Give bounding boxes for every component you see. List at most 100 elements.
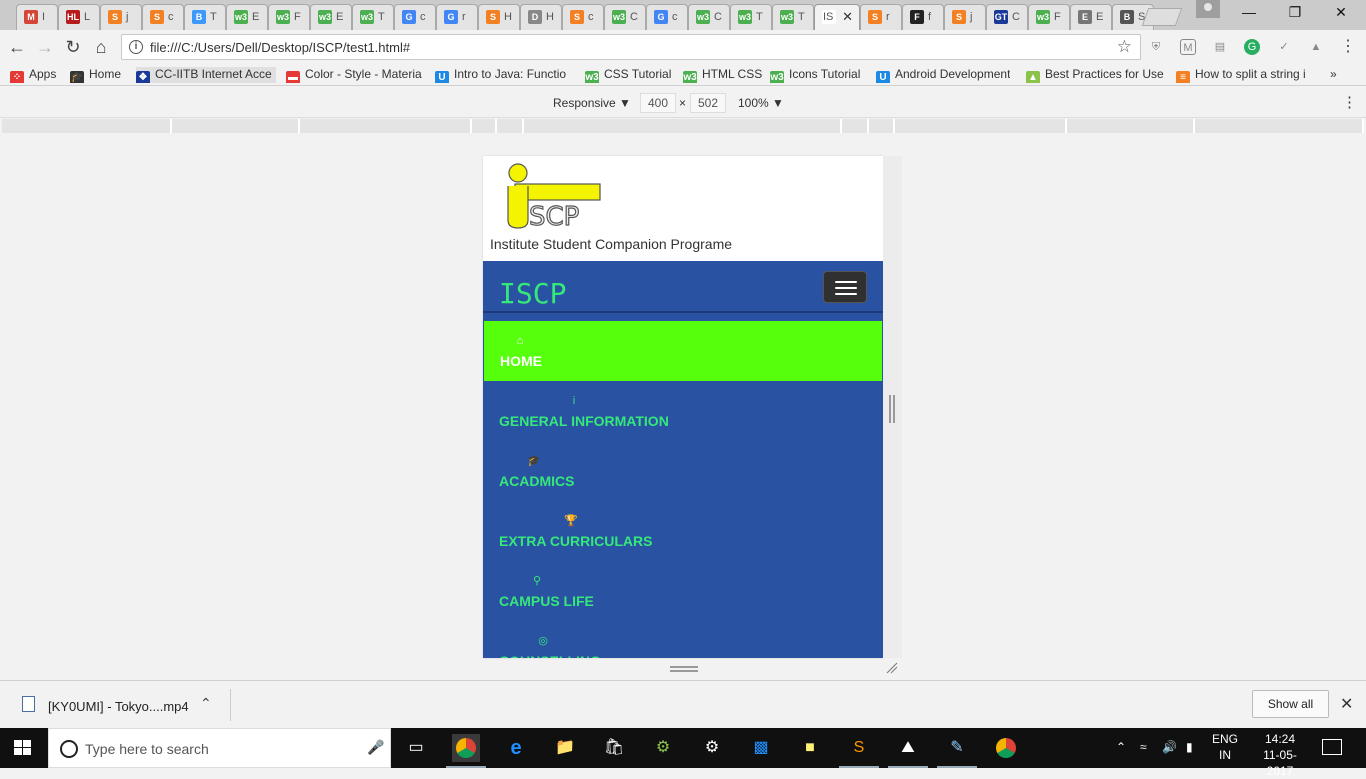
shield-extension-icon[interactable]: ⛨ xyxy=(1148,39,1164,55)
m-extension-icon[interactable]: M xyxy=(1180,39,1196,55)
browser-tab[interactable]: Sc xyxy=(562,4,604,30)
browser-tab[interactable]: Gr xyxy=(436,4,478,30)
bookmark-item[interactable]: ⁘ Apps xyxy=(10,67,56,83)
browser-tab[interactable]: MI xyxy=(16,4,58,30)
navbar-toggle-button[interactable] xyxy=(823,271,867,303)
device-height-input[interactable]: 502 xyxy=(690,93,726,113)
more-bookmarks-button[interactable]: » xyxy=(1330,67,1337,83)
browser-tab[interactable]: Sr xyxy=(860,4,902,30)
browser-tab[interactable]: Sj xyxy=(944,4,986,30)
bookmark-item[interactable]: 🎓 Home xyxy=(70,67,121,83)
chrome-alt-icon[interactable] xyxy=(992,734,1020,762)
doc-extension-icon[interactable]: ▤ xyxy=(1212,39,1228,55)
browser-tab[interactable]: Sc xyxy=(142,4,184,30)
browser-tab[interactable]: w3 F xyxy=(268,4,310,30)
bookmark-item[interactable]: U Intro to Java: Functio xyxy=(435,67,566,83)
browser-tab[interactable]: w3 T xyxy=(772,4,814,30)
android-extension-icon[interactable]: ▲ xyxy=(1308,39,1324,55)
browser-tab[interactable]: SH xyxy=(478,4,520,30)
bookmark-star-icon[interactable]: ☆ xyxy=(1117,37,1132,57)
navbar-brand[interactable]: ISCP xyxy=(499,277,566,310)
check-extension-icon[interactable]: ✓ xyxy=(1276,39,1292,55)
nav-item-counselling[interactable]: ◎ COUNSELLING xyxy=(483,621,881,658)
battery-icon[interactable]: ▮ xyxy=(1186,740,1193,754)
browser-tab[interactable]: HL L xyxy=(58,4,100,30)
zoom-select[interactable]: 100% ▼ xyxy=(738,96,784,110)
nav-item-extra-curriculars[interactable]: 🏆 EXTRA CURRICULARS xyxy=(483,501,881,561)
restore-button[interactable]: ❐ xyxy=(1272,4,1318,24)
nav-item-campus-life[interactable]: ⚲ CAMPUS LIFE xyxy=(483,561,881,621)
wifi-icon[interactable]: ≈ xyxy=(1140,740,1147,754)
nav-item-home[interactable]: ⌂ HOME xyxy=(484,321,882,381)
chevron-up-icon[interactable]: ⌃ xyxy=(200,695,212,712)
device-options-icon[interactable]: ⋮ xyxy=(1342,93,1357,111)
browser-tab[interactable]: Ff xyxy=(902,4,944,30)
file-explorer-icon[interactable]: 📁 xyxy=(551,734,579,762)
browser-tab[interactable]: w3 T xyxy=(730,4,772,30)
notifications-icon[interactable] xyxy=(1322,739,1342,755)
store-icon[interactable]: 🛍 xyxy=(600,734,628,762)
download-filename[interactable]: [KY0UMI] - Tokyo....mp4 xyxy=(48,699,189,714)
resize-corner-handle[interactable] xyxy=(886,662,898,674)
browser-tab[interactable]: IS ✕ xyxy=(814,4,860,31)
browser-tab[interactable]: Sj xyxy=(100,4,142,30)
system-clock[interactable]: 14:24 11-05-2017 xyxy=(1254,731,1306,779)
browser-tab[interactable]: w3 E xyxy=(310,4,352,30)
windows-start-icon[interactable] xyxy=(14,740,32,756)
bookmark-item[interactable]: ▬ Color - Style - Materia xyxy=(286,67,422,83)
volume-icon[interactable]: 🔊 xyxy=(1162,740,1177,754)
browser-tab[interactable]: DH xyxy=(520,4,562,30)
edge-icon[interactable]: e xyxy=(502,734,530,762)
url-text[interactable]: file:///C:/Users/Dell/Desktop/ISCP/test1… xyxy=(150,40,410,55)
reload-icon[interactable]: ↻ xyxy=(62,36,84,58)
browser-tab[interactable]: Gc xyxy=(646,4,688,30)
close-window-button[interactable]: ✕ xyxy=(1318,4,1364,24)
home-icon[interactable]: ⌂ xyxy=(90,36,112,58)
show-all-button[interactable]: Show all xyxy=(1252,690,1329,718)
bookmark-item[interactable]: ≡ How to split a string i xyxy=(1176,67,1306,83)
browser-tab[interactable]: Gc xyxy=(394,4,436,30)
bookmark-item[interactable]: ▲ Best Practices for Use xyxy=(1026,67,1164,83)
media-query-ruler[interactable] xyxy=(0,118,1366,134)
resize-handle-bottom[interactable] xyxy=(670,666,698,672)
minimize-button[interactable]: — xyxy=(1226,4,1272,24)
browser-tab[interactable]: w3 F xyxy=(1028,4,1070,30)
bookmark-item[interactable]: U Android Development xyxy=(876,67,1010,83)
settings-icon[interactable]: ⚙ xyxy=(698,734,726,762)
sublime-text-icon[interactable]: S xyxy=(839,734,879,768)
browser-tab[interactable]: EE xyxy=(1070,4,1112,30)
pencil-app-icon[interactable]: ✎ xyxy=(937,734,977,768)
browser-tab[interactable]: GT C xyxy=(986,4,1028,30)
new-tab-button[interactable] xyxy=(1141,8,1183,26)
profile-avatar[interactable] xyxy=(1196,0,1220,18)
menu-kebab-icon[interactable]: ⋮ xyxy=(1340,39,1356,55)
bookmark-item[interactable]: w3 Icons Tutorial xyxy=(770,67,860,83)
tray-expand-icon[interactable]: ⌃ xyxy=(1116,740,1126,754)
nav-item-acadmics[interactable]: 🎓 ACADMICS xyxy=(483,441,881,501)
browser-tab[interactable]: w3 C xyxy=(604,4,646,30)
forward-arrow-icon[interactable]: → xyxy=(34,36,56,58)
browser-tab[interactable]: BT xyxy=(184,4,226,30)
nav-item-general-information[interactable]: i GENERAL INFORMATION xyxy=(483,381,881,441)
address-bar[interactable]: i file:///C:/Users/Dell/Desktop/ISCP/tes… xyxy=(121,34,1141,60)
taskbar-search[interactable]: Type here to search 🎤 xyxy=(48,728,391,768)
info-icon[interactable]: i xyxy=(129,40,143,54)
device-mode-select[interactable]: Responsive ▼ xyxy=(553,96,631,110)
close-tab-icon[interactable]: ✕ xyxy=(842,9,853,25)
grammarly-icon[interactable]: G xyxy=(1244,39,1260,55)
task-view-icon[interactable]: ▭ xyxy=(402,734,430,762)
browser-tab[interactable]: w3 T xyxy=(352,4,394,30)
back-arrow-icon[interactable]: ← xyxy=(6,36,28,58)
android-studio-icon[interactable]: ⚙ xyxy=(649,734,677,762)
close-icon[interactable]: ✕ xyxy=(1340,694,1353,714)
resize-handle-right[interactable] xyxy=(889,395,895,423)
network-app-icon[interactable]: ▩ xyxy=(747,734,775,762)
sticky-notes-icon[interactable]: ■ xyxy=(796,734,824,762)
language-indicator[interactable]: ENG IN xyxy=(1208,731,1242,763)
browser-tab[interactable]: w3 C xyxy=(688,4,730,30)
microphone-icon[interactable]: 🎤 xyxy=(367,739,384,756)
chrome-icon[interactable] xyxy=(446,734,486,768)
bookmark-item[interactable]: w3 CSS Tutorial xyxy=(585,67,671,83)
browser-tab[interactable]: w3 E xyxy=(226,4,268,30)
bookmark-item[interactable]: w3 HTML CSS xyxy=(683,67,762,83)
